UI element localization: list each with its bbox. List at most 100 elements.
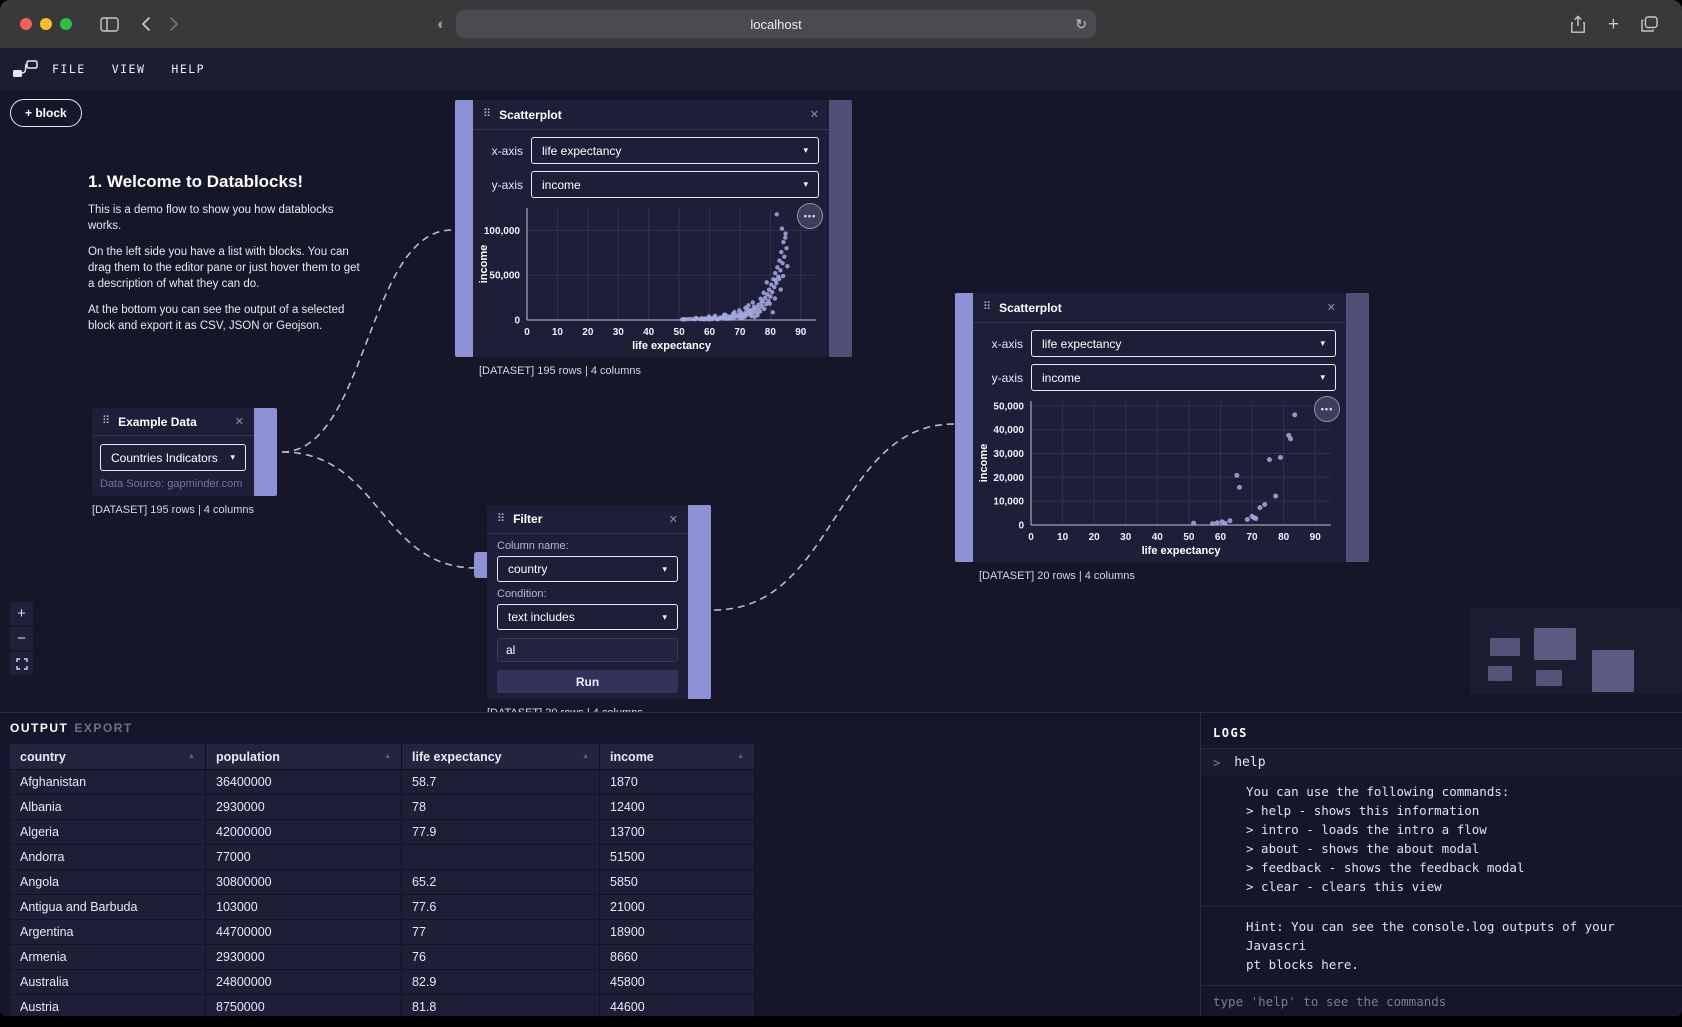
chart-menu-button[interactable]: ••• — [797, 203, 823, 229]
tab-export[interactable]: EXPORT — [74, 721, 132, 735]
node-title: Example Data — [118, 415, 227, 429]
x-axis-select[interactable]: life expectancy ▾ — [531, 137, 819, 164]
drag-handle-icon[interactable]: ⠿ — [983, 302, 991, 313]
y-axis-value: income — [542, 178, 581, 192]
close-icon[interactable]: ✕ — [810, 108, 819, 121]
fit-view-button[interactable] — [10, 652, 33, 675]
minimize-window-button[interactable] — [40, 18, 52, 30]
data-source-text: Data Source: gapminder.com — [100, 478, 246, 490]
chart-menu-button[interactable]: ••• — [1314, 396, 1340, 422]
new-tab-icon[interactable]: + — [1608, 15, 1619, 34]
close-icon[interactable]: ✕ — [235, 415, 244, 428]
reload-icon[interactable]: ↻ — [1075, 16, 1087, 33]
svg-text:10: 10 — [1057, 532, 1069, 543]
chevron-down-icon: ▾ — [662, 564, 667, 575]
svg-text:0: 0 — [1028, 532, 1034, 543]
zoom-in-button[interactable]: + — [10, 602, 33, 625]
input-handle[interactable] — [955, 293, 973, 562]
dataset-select[interactable]: Countries Indicators ▾ — [100, 444, 246, 471]
column-header[interactable]: country▲ — [10, 744, 206, 769]
zoom-out-button[interactable]: − — [10, 627, 33, 650]
tab-overview-icon[interactable] — [1641, 16, 1658, 32]
flow-canvas[interactable]: + block 1. Welcome to Datablocks! This i… — [0, 90, 1682, 712]
node-scatterplot-2[interactable]: ⠿ Scatterplot ✕ x-axis life expectancy ▾… — [955, 293, 1369, 562]
svg-text:90: 90 — [795, 327, 807, 338]
column-select[interactable]: country ▾ — [497, 556, 678, 582]
node-filter[interactable]: ⠿ Filter ✕ Column name: country ▾ Condit… — [487, 505, 711, 699]
column-header[interactable]: income▲ — [600, 744, 755, 769]
scatter-plot: 0102030405060708090050,000100,000life ex… — [475, 202, 826, 352]
sort-asc-icon[interactable]: ▲ — [384, 753, 391, 760]
y-axis-select[interactable]: income ▾ — [531, 171, 819, 198]
logs-command-input[interactable] — [1201, 986, 1682, 1016]
table-row: Afghanistan3640000058.71870 — [10, 770, 755, 795]
svg-text:40: 40 — [1152, 532, 1164, 543]
input-handle[interactable] — [455, 100, 473, 357]
close-window-button[interactable] — [20, 18, 32, 30]
text-line: > about - shows the about modal — [1246, 839, 1672, 858]
table-row: Australia2480000082.945800 — [10, 970, 755, 995]
filter-query-input[interactable] — [497, 638, 678, 662]
output-panel: OUTPUT EXPORT country▲population▲life ex… — [0, 713, 1200, 1016]
address-bar[interactable]: localhost ↻ — [456, 10, 1096, 38]
fullscreen-window-button[interactable] — [60, 18, 72, 30]
node-example-data[interactable]: ⠿ Example Data ✕ Countries Indicators ▾ … — [92, 408, 277, 496]
output-handle[interactable] — [254, 408, 277, 496]
table-cell: 103000 — [206, 895, 402, 919]
table-cell: 45800 — [600, 970, 755, 994]
drag-handle-icon[interactable]: ⠿ — [483, 109, 491, 120]
scatter-chart-2: 0102030405060708090010,00020,00030,00040… — [975, 395, 1344, 562]
node-title: Scatterplot — [999, 301, 1319, 315]
menu-file[interactable]: FILE — [52, 62, 86, 76]
output-handle[interactable] — [829, 100, 852, 357]
svg-text:30: 30 — [1120, 532, 1132, 543]
table-cell: 12400 — [600, 795, 755, 819]
forward-icon[interactable] — [169, 16, 179, 32]
chevron-down-icon: ▾ — [803, 179, 808, 190]
drag-handle-icon[interactable]: ⠿ — [497, 514, 505, 525]
output-table: country▲population▲life expectancy▲incom… — [10, 744, 755, 1016]
canvas-controls: + − — [10, 602, 33, 675]
y-axis-select[interactable]: income ▾ — [1031, 364, 1336, 391]
welcome-title: 1. Welcome to Datablocks! — [88, 172, 364, 192]
column-header[interactable]: population▲ — [206, 744, 402, 769]
column-header-label: life expectancy — [412, 750, 502, 764]
output-handle[interactable] — [1346, 293, 1369, 562]
menu-help[interactable]: HELP — [171, 62, 205, 76]
url-text: localhost — [750, 17, 801, 32]
node-scatterplot-1[interactable]: ⠿ Scatterplot ✕ x-axis life expectancy ▾… — [455, 100, 852, 357]
table-cell: Algeria — [10, 820, 206, 844]
sort-asc-icon[interactable]: ▲ — [737, 753, 744, 760]
close-icon[interactable]: ✕ — [669, 513, 678, 526]
sidebar-toggle-icon[interactable] — [100, 17, 119, 32]
condition-select[interactable]: text includes ▾ — [497, 604, 678, 630]
drag-handle-icon[interactable]: ⠿ — [102, 416, 110, 427]
table-cell: 8750000 — [206, 995, 402, 1016]
table-cell: Andorra — [10, 845, 206, 869]
close-icon[interactable]: ✕ — [1327, 301, 1336, 314]
dataset-caption: [DATASET] 195 rows | 4 columns — [92, 504, 254, 516]
table-cell — [402, 845, 600, 869]
column-header[interactable]: life expectancy ▲ — [402, 744, 600, 769]
y-axis-label: y-axis — [483, 178, 523, 192]
back-icon[interactable] — [141, 16, 151, 32]
add-block-button[interactable]: + block — [10, 99, 82, 127]
sort-asc-icon[interactable]: ▲ — [582, 753, 589, 760]
output-handle[interactable] — [688, 505, 711, 699]
run-button[interactable]: Run — [497, 670, 678, 693]
svg-text:70: 70 — [1246, 532, 1258, 543]
chevron-down-icon: ▾ — [803, 145, 808, 156]
svg-text:30,000: 30,000 — [993, 449, 1024, 460]
table-cell: 78 — [402, 795, 600, 819]
share-icon[interactable] — [1570, 15, 1586, 34]
sort-asc-icon[interactable]: ▲ — [188, 753, 195, 760]
screenshot-stage: ◐ localhost ↻ + FILE VIEW HELP — [0, 0, 1682, 1027]
node-title: Filter — [513, 512, 661, 526]
privacy-shield-icon[interactable]: ◐ — [437, 16, 446, 33]
minimap[interactable] — [1470, 608, 1682, 694]
tab-output[interactable]: OUTPUT — [10, 721, 68, 735]
table-row: Andorra7700051500 — [10, 845, 755, 870]
svg-text:100,000: 100,000 — [484, 226, 521, 237]
x-axis-select[interactable]: life expectancy ▾ — [1031, 330, 1336, 357]
menu-view[interactable]: VIEW — [112, 62, 146, 76]
